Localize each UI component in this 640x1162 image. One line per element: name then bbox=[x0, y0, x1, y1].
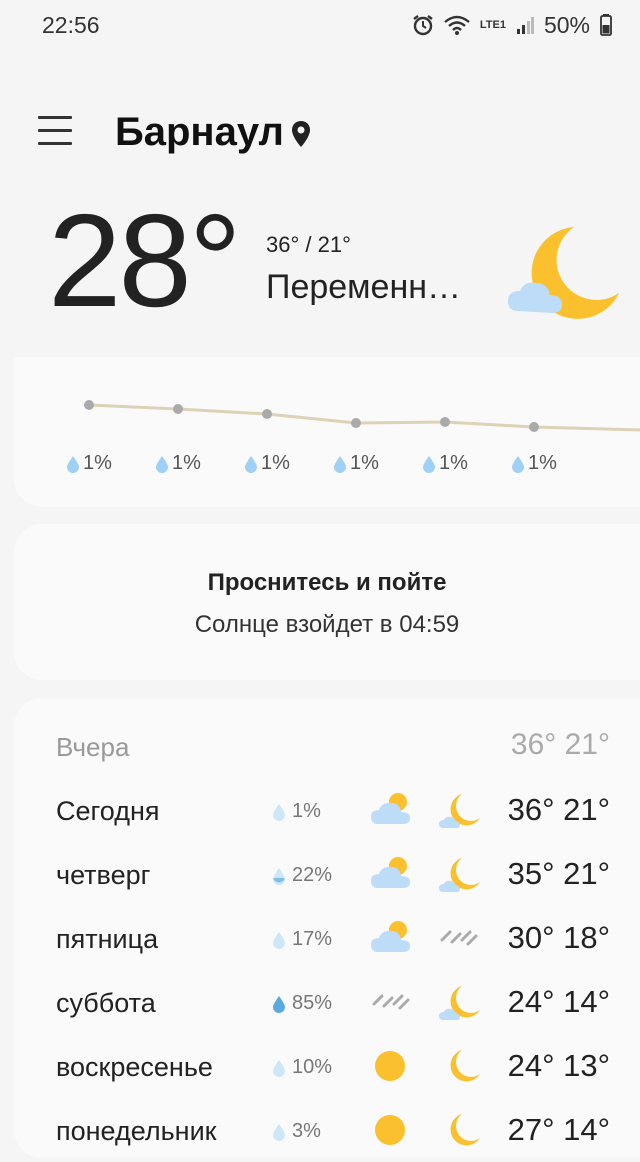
day-temps: 24° 14° bbox=[507, 984, 610, 1019]
hourly-precip: 1% bbox=[244, 452, 290, 475]
hourly-precip: 1% bbox=[511, 452, 557, 475]
graph-point bbox=[529, 422, 539, 432]
graph-point bbox=[173, 404, 183, 414]
clock: 22:56 bbox=[42, 11, 100, 38]
wifi-icon bbox=[444, 15, 470, 35]
raindrop-icon bbox=[245, 455, 257, 473]
sun-icon bbox=[375, 1115, 405, 1145]
signal-icon bbox=[516, 17, 534, 34]
hourly-precip: 1% bbox=[333, 452, 379, 475]
day-name: суббота bbox=[56, 988, 156, 1018]
day-precip: 10% bbox=[272, 1056, 332, 1079]
day-temps: 36° 21° bbox=[510, 728, 610, 761]
graph-point bbox=[262, 409, 272, 419]
sunrise-card[interactable]: Проснитесь и пойте Солнце взойдет в 04:5… bbox=[14, 524, 640, 680]
day-name: понедельник bbox=[56, 1116, 217, 1146]
current-temperature: 28° bbox=[48, 187, 242, 334]
weather-condition: Переменн… bbox=[266, 268, 462, 306]
battery-icon bbox=[600, 14, 612, 36]
rain-icon bbox=[372, 994, 410, 1010]
daily-row-yesterday[interactable]: Вчера 36° 21° bbox=[14, 718, 640, 778]
alarm-icon bbox=[413, 15, 433, 36]
graph-point bbox=[84, 400, 94, 410]
day-name: Сегодня bbox=[56, 796, 160, 826]
day-name: четверг bbox=[56, 860, 151, 890]
graph-point bbox=[351, 418, 361, 428]
night-partly-cloudy-icon bbox=[439, 858, 480, 892]
partly-cloudy-icon bbox=[371, 921, 410, 952]
app-header: Барнаул bbox=[0, 100, 640, 170]
daily-row[interactable]: понедельник 3% 27° 14° bbox=[14, 1102, 640, 1162]
daily-row[interactable]: Сегодня 1% 36° 21° bbox=[14, 782, 640, 842]
location-pin-icon bbox=[292, 121, 310, 147]
daily-row[interactable]: суббота 85% 24° 14° bbox=[14, 974, 640, 1034]
status-bar: 22:56 LTE1 50% bbox=[0, 0, 640, 50]
hourly-precip: 1% bbox=[155, 452, 201, 475]
day-name: пятница bbox=[56, 924, 159, 954]
daily-row[interactable]: пятница 17% 30° 18° bbox=[14, 910, 640, 970]
raindrop-icon bbox=[273, 867, 285, 885]
raindrop-icon bbox=[156, 455, 168, 473]
hourly-precip: 1% bbox=[66, 452, 112, 475]
raindrop-icon bbox=[273, 995, 285, 1013]
current-weather: 28° 36° / 21° Переменн… bbox=[0, 195, 640, 345]
hourly-forecast-card[interactable]: 1% 1% 1% 1% 1% 1% bbox=[14, 357, 640, 507]
raindrop-icon bbox=[334, 455, 346, 473]
graph-point bbox=[440, 417, 450, 427]
sun-icon bbox=[375, 1051, 405, 1081]
raindrop-icon bbox=[423, 455, 435, 473]
day-name: Вчера bbox=[56, 732, 130, 762]
network-label: LTE1 bbox=[479, 18, 506, 31]
day-precip: 17% bbox=[272, 928, 332, 951]
day-temps: 36° 21° bbox=[507, 792, 610, 827]
night-partly-cloudy-icon bbox=[508, 227, 619, 319]
day-temps: 30° 18° bbox=[507, 920, 610, 955]
high-low-temps: 36° / 21° bbox=[266, 232, 351, 257]
raindrop-icon bbox=[273, 931, 285, 949]
night-partly-cloudy-icon bbox=[439, 986, 480, 1020]
moon-icon bbox=[450, 1050, 480, 1082]
city-name[interactable]: Барнаул bbox=[115, 110, 284, 155]
hourly-precip: 1% bbox=[422, 452, 468, 475]
sunrise-title: Проснитесь и пойте bbox=[207, 569, 447, 596]
rain-icon bbox=[440, 930, 478, 946]
menu-icon[interactable] bbox=[38, 116, 72, 150]
raindrop-icon bbox=[67, 455, 79, 473]
day-precip: 22% bbox=[272, 864, 332, 887]
status-icons: LTE1 50% bbox=[412, 12, 612, 39]
night-partly-cloudy-icon bbox=[439, 794, 480, 828]
battery-percent: 50% bbox=[543, 11, 590, 38]
day-precip: 85% bbox=[272, 992, 332, 1015]
daily-forecast-card: Вчера 36° 21° Сегодня 1% 36° 21° четверг… bbox=[14, 698, 640, 1158]
day-temps: 35° 21° bbox=[507, 856, 610, 891]
day-name: воскресенье bbox=[56, 1052, 213, 1082]
day-temps: 27° 14° bbox=[507, 1112, 610, 1147]
raindrop-icon bbox=[273, 1059, 285, 1077]
partly-cloudy-icon bbox=[371, 857, 410, 888]
raindrop-icon bbox=[273, 803, 285, 821]
daily-row[interactable]: четверг 22% 35° 21° bbox=[14, 846, 640, 906]
sunrise-time: Солнце взойдет в 04:59 bbox=[194, 611, 460, 638]
partly-cloudy-icon bbox=[371, 793, 410, 824]
day-precip: 1% bbox=[272, 800, 321, 823]
moon-icon bbox=[450, 1114, 480, 1146]
raindrop-icon bbox=[512, 455, 524, 473]
hourly-temperature-graph bbox=[84, 400, 640, 432]
day-temps: 24° 13° bbox=[507, 1048, 610, 1083]
raindrop-icon bbox=[273, 1123, 285, 1141]
daily-row[interactable]: воскресенье 10% 24° 13° bbox=[14, 1038, 640, 1098]
day-precip: 3% bbox=[272, 1120, 321, 1143]
